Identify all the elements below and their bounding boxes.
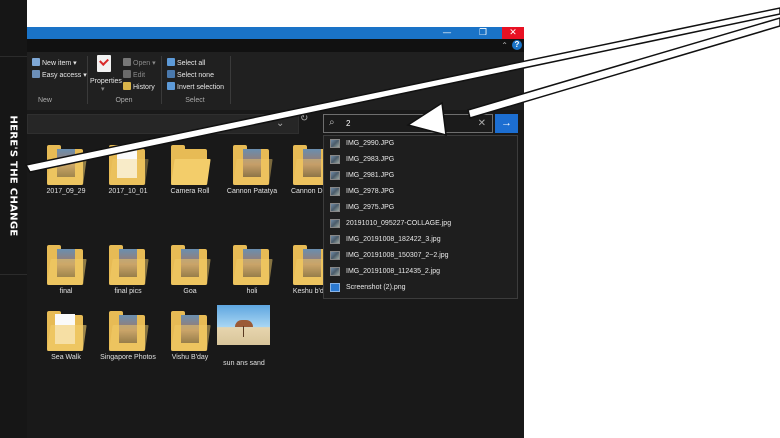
- arrow-line-upper: [24, 7, 780, 173]
- arrow-head-icon: [406, 101, 447, 137]
- screenshot-stage: HERE'S THE CHANGE — ❐ ✕ ⌃ ? New item ▾ E…: [0, 0, 780, 438]
- annotation-arrows: [24, 7, 780, 173]
